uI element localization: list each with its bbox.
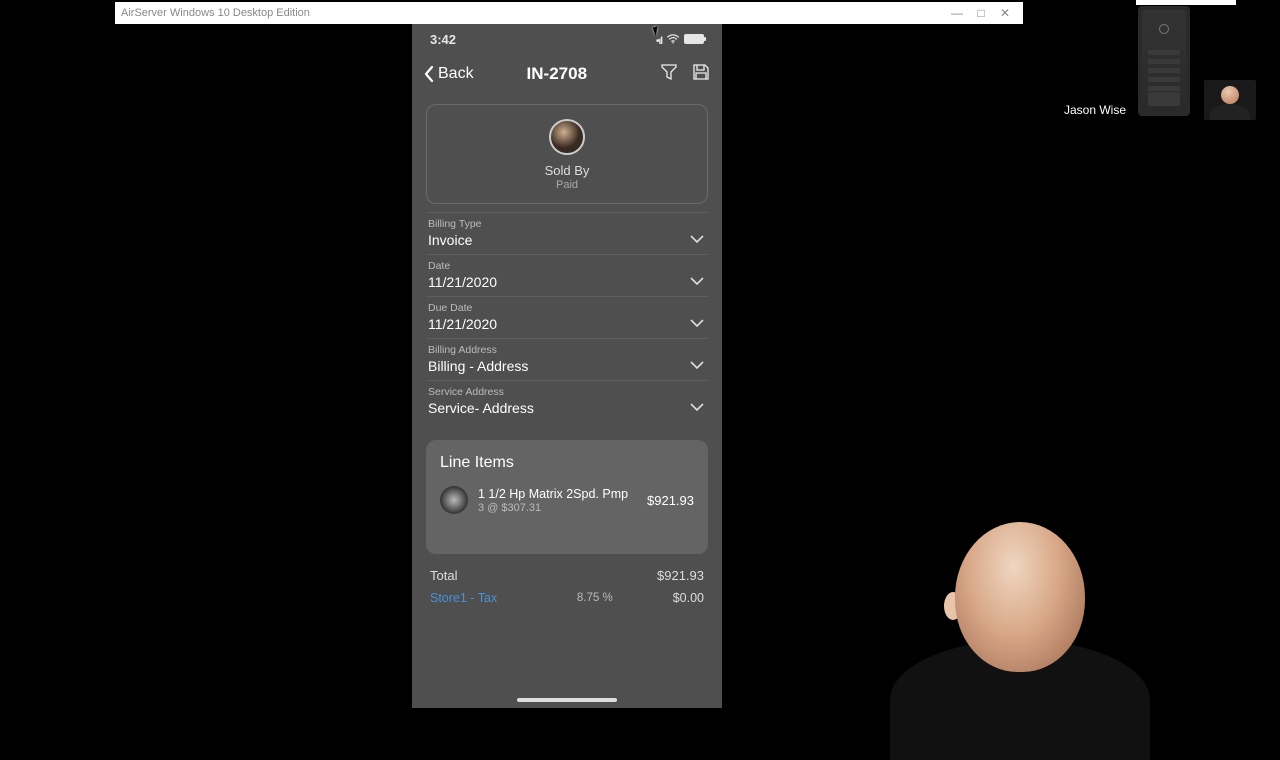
phone-screen: 3:42 Back IN-2708 Sold By Paid bbox=[412, 24, 722, 708]
field-value: Billing - Address bbox=[428, 358, 706, 374]
status-bar: 3:42 bbox=[412, 24, 722, 54]
item-qty: 3 @ $307.31 bbox=[478, 502, 637, 514]
maximize-button[interactable]: □ bbox=[969, 2, 993, 24]
home-indicator[interactable] bbox=[517, 698, 617, 702]
item-price: $921.93 bbox=[647, 493, 694, 508]
wifi-icon bbox=[666, 32, 680, 47]
tax-label: Store1 - Tax bbox=[430, 591, 577, 605]
invoice-fields: Billing Type Invoice Date 11/21/2020 Due… bbox=[426, 212, 708, 422]
field-label: Billing Address bbox=[428, 344, 706, 356]
field-label: Due Date bbox=[428, 302, 706, 314]
tax-value: $0.00 bbox=[673, 591, 704, 605]
battery-icon bbox=[684, 34, 704, 44]
line-item-row[interactable]: 1 1/2 Hp Matrix 2Spd. Pmp 3 @ $307.31 $9… bbox=[440, 486, 694, 514]
sold-by-label: Sold By bbox=[545, 163, 590, 178]
window-title: AirServer Windows 10 Desktop Edition bbox=[121, 7, 945, 19]
line-items-title: Line Items bbox=[440, 454, 694, 472]
webcam-main bbox=[890, 500, 1150, 720]
page-title: IN-2708 bbox=[454, 64, 660, 84]
mini-phone-preview[interactable] bbox=[1138, 6, 1190, 116]
tax-row[interactable]: Store1 - Tax 8.75 % $0.00 bbox=[430, 587, 704, 609]
field-label: Service Address bbox=[428, 386, 706, 398]
status-time: 3:42 bbox=[430, 32, 656, 47]
field-label: Date bbox=[428, 260, 706, 272]
preview-strip bbox=[1136, 0, 1236, 5]
total-label: Total bbox=[430, 568, 657, 583]
participant-name: Jason Wise bbox=[1064, 103, 1126, 117]
seller-avatar bbox=[549, 119, 585, 155]
totals-section: Total $921.93 Store1 - Tax 8.75 % $0.00 bbox=[430, 564, 704, 609]
field-value: 11/21/2020 bbox=[428, 316, 706, 332]
field-label: Billing Type bbox=[428, 218, 706, 230]
line-items-card: Line Items 1 1/2 Hp Matrix 2Spd. Pmp 3 @… bbox=[426, 440, 708, 554]
chevron-down-icon bbox=[690, 231, 704, 241]
service-address-field[interactable]: Service Address Service- Address bbox=[426, 380, 708, 422]
chevron-down-icon bbox=[690, 357, 704, 367]
close-button[interactable]: ✕ bbox=[993, 2, 1017, 24]
save-icon[interactable] bbox=[692, 63, 710, 86]
field-value: Service- Address bbox=[428, 400, 706, 416]
window-titlebar: AirServer Windows 10 Desktop Edition — □… bbox=[115, 2, 1023, 24]
status-icons bbox=[656, 32, 704, 47]
filter-icon[interactable] bbox=[660, 63, 678, 86]
tax-percent: 8.75 % bbox=[577, 592, 613, 604]
chevron-down-icon bbox=[690, 399, 704, 409]
field-value: 11/21/2020 bbox=[428, 274, 706, 290]
item-thumbnail bbox=[440, 486, 468, 514]
minimize-button[interactable]: — bbox=[945, 2, 969, 24]
due-date-field[interactable]: Due Date 11/21/2020 bbox=[426, 296, 708, 338]
chevron-down-icon bbox=[690, 273, 704, 283]
chevron-down-icon bbox=[690, 315, 704, 325]
billing-address-field[interactable]: Billing Address Billing - Address bbox=[426, 338, 708, 380]
webcam-thumbnail[interactable] bbox=[1204, 80, 1256, 120]
date-field[interactable]: Date 11/21/2020 bbox=[426, 254, 708, 296]
nav-header: Back IN-2708 bbox=[412, 54, 722, 94]
sold-by-card[interactable]: Sold By Paid bbox=[426, 104, 708, 204]
total-row: Total $921.93 bbox=[430, 564, 704, 587]
item-name: 1 1/2 Hp Matrix 2Spd. Pmp bbox=[478, 487, 637, 501]
billing-type-field[interactable]: Billing Type Invoice bbox=[426, 212, 708, 254]
paid-status: Paid bbox=[556, 179, 578, 191]
total-value: $921.93 bbox=[657, 568, 704, 583]
chevron-left-icon bbox=[424, 66, 434, 82]
field-value: Invoice bbox=[428, 232, 706, 248]
